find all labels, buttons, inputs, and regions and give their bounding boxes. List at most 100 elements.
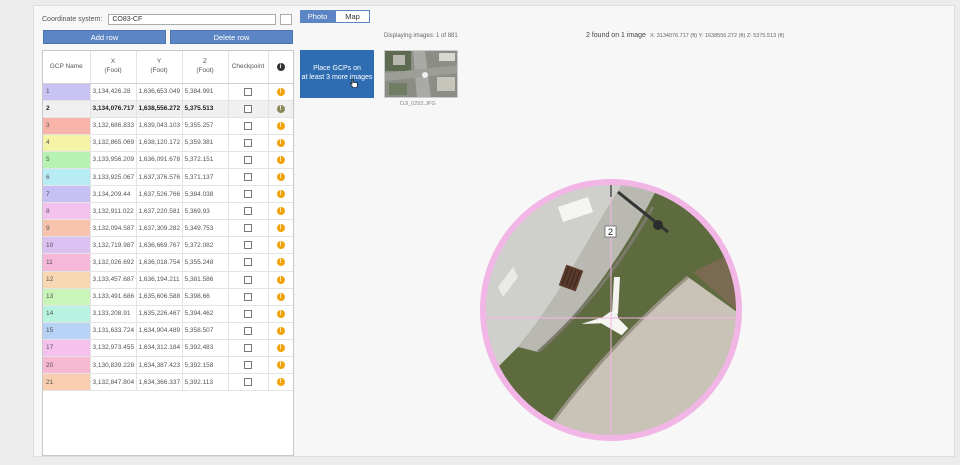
z-cell[interactable]: 5,358.507 <box>182 322 229 340</box>
table-row[interactable]: 9 3,132,094.587 1,637,309.282 5,349.753! <box>43 219 293 238</box>
table-row[interactable]: 11 3,132,026.692 1,636,018.754 5,355.248! <box>43 253 293 272</box>
add-row-button[interactable]: Add row <box>43 30 166 44</box>
table-row[interactable]: 14 3,133,208.91 1,635,226.467 5,394.462! <box>43 305 293 323</box>
y-cell[interactable]: 1,637,309.282 <box>136 219 183 238</box>
checkpoint-checkbox[interactable] <box>244 378 252 387</box>
y-cell[interactable]: 1,637,376.576 <box>136 168 183 187</box>
z-cell[interactable]: 5,372.082 <box>182 236 229 255</box>
gcp-name-cell[interactable]: 20 <box>43 356 91 375</box>
x-cell[interactable]: 3,133,208.91 <box>90 305 137 323</box>
coordinate-system-input[interactable] <box>108 13 277 25</box>
warning-icon[interactable]: ! <box>276 190 285 199</box>
info-icon[interactable]: i <box>276 62 285 71</box>
z-cell[interactable]: 5,381.586 <box>182 271 229 289</box>
checkpoint-checkbox[interactable] <box>244 190 252 199</box>
warning-icon[interactable]: ! <box>276 275 285 284</box>
warning-icon[interactable]: ! <box>276 309 285 318</box>
image-thumbnail[interactable] <box>384 50 458 98</box>
x-cell[interactable]: 3,132,719.987 <box>90 236 137 255</box>
z-cell[interactable]: 5,372.151 <box>182 151 229 169</box>
table-row[interactable]: 17 3,132,973.455 1,634,312.184 5,392.483! <box>43 339 293 358</box>
x-cell[interactable]: 3,132,911.022 <box>90 202 137 221</box>
x-cell[interactable]: 3,133,956.209 <box>90 151 137 169</box>
checkpoint-checkbox[interactable] <box>244 326 252 335</box>
z-cell[interactable]: 5,394.462 <box>182 305 229 323</box>
z-cell[interactable]: 5,355.257 <box>182 117 229 135</box>
table-row[interactable]: 21 3,132,847.804 1,634,366.337 5,392.113! <box>43 373 293 392</box>
checkpoint-checkbox[interactable] <box>244 138 252 147</box>
x-cell[interactable]: 3,132,847.804 <box>90 373 137 392</box>
table-row[interactable]: 15 3,131,633.724 1,634,904.489 5,358.507! <box>43 322 293 340</box>
y-cell[interactable]: 1,638,120.172 <box>136 134 183 152</box>
gcp-name-cell[interactable]: 21 <box>43 373 91 392</box>
gcp-name-cell[interactable]: 14 <box>43 305 91 323</box>
header-z[interactable]: Z (Foot) <box>182 51 229 84</box>
table-row[interactable]: 13 3,133,491.686 1,635,606.588 5,398.66! <box>43 288 293 306</box>
x-cell[interactable]: 3,132,686.833 <box>90 117 137 135</box>
checkpoint-checkbox[interactable] <box>244 309 252 318</box>
checkpoint-checkbox[interactable] <box>244 207 252 216</box>
gcp-name-cell[interactable]: 12 <box>43 271 91 289</box>
gcp-name-cell[interactable]: 2 <box>43 100 91 118</box>
checkpoint-checkbox[interactable] <box>244 104 252 113</box>
x-cell[interactable]: 3,130,839.228 <box>90 356 137 375</box>
warning-icon[interactable]: ! <box>276 121 285 130</box>
warning-icon[interactable]: ! <box>276 173 285 182</box>
z-cell[interactable]: 5,355.248 <box>182 253 229 272</box>
warning-icon[interactable]: ! <box>276 378 285 387</box>
warning-icon[interactable]: ! <box>276 104 285 113</box>
table-row[interactable]: 7 3,134,209.44 1,637,526.766 5,384.038! <box>43 185 293 204</box>
z-cell[interactable]: 5,349.753 <box>182 219 229 238</box>
tab-photo[interactable]: Photo <box>300 10 335 23</box>
table-row[interactable]: 1 3,134,426.28 1,636,653.049 5,384.991! <box>43 83 293 101</box>
y-cell[interactable]: 1,636,018.754 <box>136 253 183 272</box>
z-cell[interactable]: 5,371.137 <box>182 168 229 187</box>
y-cell[interactable]: 1,637,526.766 <box>136 185 183 204</box>
y-cell[interactable]: 1,636,669.767 <box>136 236 183 255</box>
x-cell[interactable]: 3,134,209.44 <box>90 185 137 204</box>
y-cell[interactable]: 1,635,226.467 <box>136 305 183 323</box>
warning-icon[interactable]: ! <box>276 361 285 370</box>
x-cell[interactable]: 3,131,633.724 <box>90 322 137 340</box>
warning-icon[interactable]: ! <box>276 207 285 216</box>
header-y[interactable]: Y (Foot) <box>136 51 183 84</box>
x-cell[interactable]: 3,134,426.28 <box>90 83 137 101</box>
header-gcp-name[interactable]: GCP Name <box>43 51 91 84</box>
gcp-name-cell[interactable]: 1 <box>43 83 91 101</box>
z-cell[interactable]: 5,384.991 <box>182 83 229 101</box>
gcp-name-cell[interactable]: 6 <box>43 168 91 187</box>
checkpoint-checkbox[interactable] <box>244 343 252 352</box>
table-row[interactable]: 5 3,133,956.209 1,636,091.678 5,372.151! <box>43 151 293 169</box>
x-cell[interactable]: 3,132,026.692 <box>90 253 137 272</box>
checkpoint-checkbox[interactable] <box>244 275 252 284</box>
checkpoint-checkbox[interactable] <box>244 258 252 267</box>
table-row[interactable]: 4 3,132,865.069 1,638,120.172 5,359.381! <box>43 134 293 152</box>
checkpoint-checkbox[interactable] <box>244 241 252 250</box>
y-cell[interactable]: 1,634,366.337 <box>136 373 183 392</box>
y-cell[interactable]: 1,636,194.211 <box>136 271 183 289</box>
x-cell[interactable]: 3,132,973.455 <box>90 339 137 358</box>
z-cell[interactable]: 5,375.513 <box>182 100 229 118</box>
checkpoint-checkbox[interactable] <box>244 292 252 301</box>
warning-icon[interactable]: ! <box>276 326 285 335</box>
y-cell[interactable]: 1,639,043.103 <box>136 117 183 135</box>
y-cell[interactable]: 1,638,556.272 <box>136 100 183 118</box>
z-cell[interactable]: 5,398.66 <box>182 288 229 306</box>
gcp-name-cell[interactable]: 10 <box>43 236 91 255</box>
gcp-name-cell[interactable]: 13 <box>43 288 91 306</box>
y-cell[interactable]: 1,637,220.581 <box>136 202 183 221</box>
warning-icon[interactable]: ! <box>276 241 285 250</box>
checkpoint-checkbox[interactable] <box>244 361 252 370</box>
checkpoint-checkbox[interactable] <box>244 155 252 164</box>
header-checkpoint[interactable]: Checkpoint <box>228 51 269 84</box>
gcp-name-cell[interactable]: 5 <box>43 151 91 169</box>
gcp-name-cell[interactable]: 4 <box>43 134 91 152</box>
gcp-name-cell[interactable]: 8 <box>43 202 91 221</box>
checkpoint-checkbox[interactable] <box>244 87 252 96</box>
warning-icon[interactable]: ! <box>276 258 285 267</box>
x-cell[interactable]: 3,132,865.069 <box>90 134 137 152</box>
gcp-name-cell[interactable]: 11 <box>43 253 91 272</box>
place-gcps-notice[interactable]: Place GCPs on at least 3 more images <box>300 50 374 98</box>
delete-row-button[interactable]: Delete row <box>170 30 293 44</box>
z-cell[interactable]: 5,392.158 <box>182 356 229 375</box>
